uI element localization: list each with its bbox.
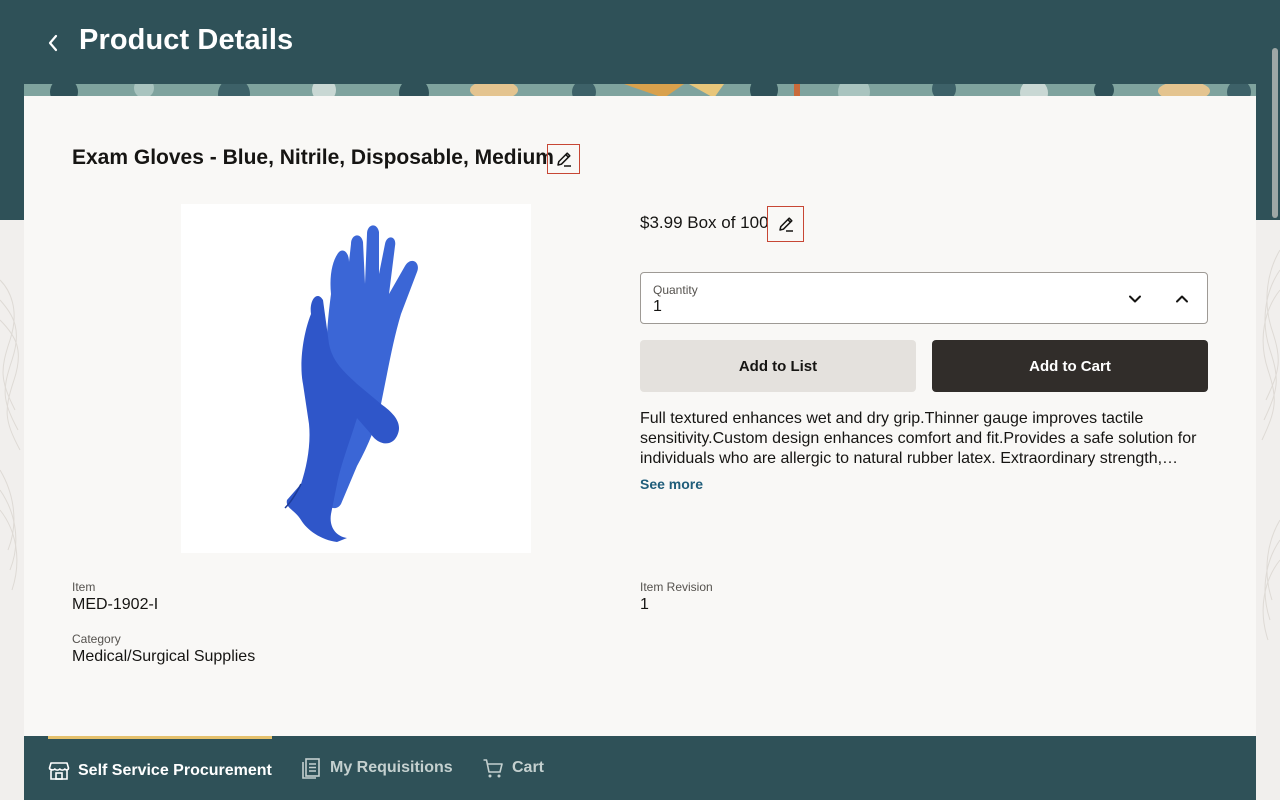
item-revision-value: 1 <box>640 596 649 613</box>
nav-label: My Requisitions <box>330 759 453 776</box>
edit-name-button[interactable] <box>547 144 580 174</box>
back-button[interactable] <box>36 26 70 60</box>
add-to-list-button[interactable]: Add to List <box>640 340 916 392</box>
decrease-quantity-button[interactable] <box>1121 285 1149 313</box>
pencil-icon <box>778 217 793 232</box>
product-card: Exam Gloves - Blue, Nitrile, Disposable,… <box>24 96 1256 736</box>
item-value: MED-1902-I <box>72 596 159 613</box>
scrollbar[interactable] <box>1272 48 1278 218</box>
chevron-down-icon <box>1129 295 1141 303</box>
bottom-nav: Self Service Procurement My Requisitions… <box>24 736 1256 800</box>
product-price: $3.99 Box of 100 <box>640 213 769 232</box>
quantity-stepper[interactable]: Quantity 1 <box>640 272 1208 324</box>
product-description: Full textured enhances wet and dry grip.… <box>640 410 1197 467</box>
nav-label: Self Service Procurement <box>78 761 272 779</box>
pencil-icon <box>556 152 571 167</box>
category-value: Medical/Surgical Supplies <box>72 648 256 665</box>
requisitions-icon <box>302 758 320 779</box>
nav-my-requisitions[interactable]: My Requisitions <box>300 736 453 800</box>
glove-image <box>284 225 418 542</box>
edit-price-button[interactable] <box>767 206 804 242</box>
nav-self-service-procurement[interactable]: Self Service Procurement <box>48 736 272 800</box>
add-to-cart-button[interactable]: Add to Cart <box>932 340 1208 392</box>
nav-label: Cart <box>512 759 545 776</box>
nav-cart[interactable]: Cart <box>482 736 544 800</box>
cart-icon <box>483 759 503 778</box>
chevron-up-icon <box>1176 295 1188 303</box>
chevron-left-icon <box>48 34 58 52</box>
item-label: Item <box>72 580 96 594</box>
see-more-link[interactable]: See more <box>640 476 703 492</box>
product-image <box>181 204 531 553</box>
increase-quantity-button[interactable] <box>1168 285 1196 313</box>
product-name: Exam Gloves - Blue, Nitrile, Disposable,… <box>72 146 554 169</box>
quantity-value[interactable]: 1 <box>653 298 662 316</box>
category-label: Category <box>72 632 121 646</box>
quantity-label: Quantity <box>653 283 698 297</box>
item-revision-label: Item Revision <box>640 580 713 594</box>
store-icon <box>48 761 70 780</box>
page-title: Product Details <box>79 24 294 56</box>
